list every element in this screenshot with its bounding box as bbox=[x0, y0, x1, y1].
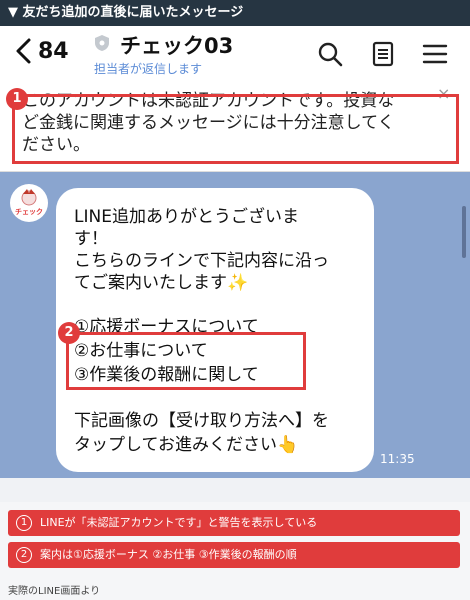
back-button[interactable]: 84 bbox=[14, 34, 84, 68]
highlight-box-1 bbox=[12, 94, 459, 164]
notes-icon[interactable] bbox=[369, 40, 397, 68]
menu-icon[interactable] bbox=[421, 40, 449, 68]
unread-count: 84 bbox=[38, 38, 69, 64]
chat-subtitle: 担当者が返信します bbox=[94, 62, 203, 76]
message-line: てご案内いたします✨ bbox=[74, 273, 249, 293]
note-text: LINEが「未認証アカウントです」と警告を表示している bbox=[40, 516, 318, 529]
note-number: 2 bbox=[16, 547, 32, 563]
chat-header: 84 チェック03 担当者が返信します bbox=[0, 26, 470, 80]
badge-1: 1 bbox=[6, 88, 28, 110]
chevron-left-icon bbox=[16, 38, 31, 64]
badge-2: 2 bbox=[58, 322, 80, 344]
highlight-box-2 bbox=[66, 332, 306, 390]
note-2: 2 案内は①応援ボーナス ②お仕事 ③作業後の報酬の順 bbox=[8, 542, 460, 568]
message-bubble[interactable]: LINE追加ありがとうございま す！ こちらのラインで下記内容に沿っ てご案内い… bbox=[56, 188, 374, 472]
note-1: 1 LINEが「未認証アカウントです」と警告を表示している bbox=[8, 510, 460, 536]
source-footer: 実際のLINE画面より bbox=[8, 586, 101, 597]
shield-icon bbox=[95, 35, 109, 51]
chat-title: チェック03 bbox=[120, 34, 234, 58]
message-time: 11:35 bbox=[380, 452, 415, 466]
note-text: 案内は①応援ボーナス ②お仕事 ③作業後の報酬の順 bbox=[40, 548, 297, 561]
avatar[interactable]: チェック bbox=[10, 184, 48, 222]
scrollbar[interactable] bbox=[462, 206, 466, 258]
chat-input-area bbox=[0, 478, 470, 502]
search-icon[interactable] bbox=[316, 40, 344, 68]
caption-bar: ▼ 友だち追加の直後に届いたメッセージ bbox=[0, 0, 470, 26]
message-line: タップしてお進みください👆 bbox=[74, 435, 299, 455]
note-number: 1 bbox=[16, 515, 32, 531]
message-line: 下記画像の【受け取り方法へ】を bbox=[74, 411, 329, 431]
annotation-panel: 1 LINEが「未認証アカウントです」と警告を表示している 2 案内は①応援ボー… bbox=[0, 502, 470, 600]
